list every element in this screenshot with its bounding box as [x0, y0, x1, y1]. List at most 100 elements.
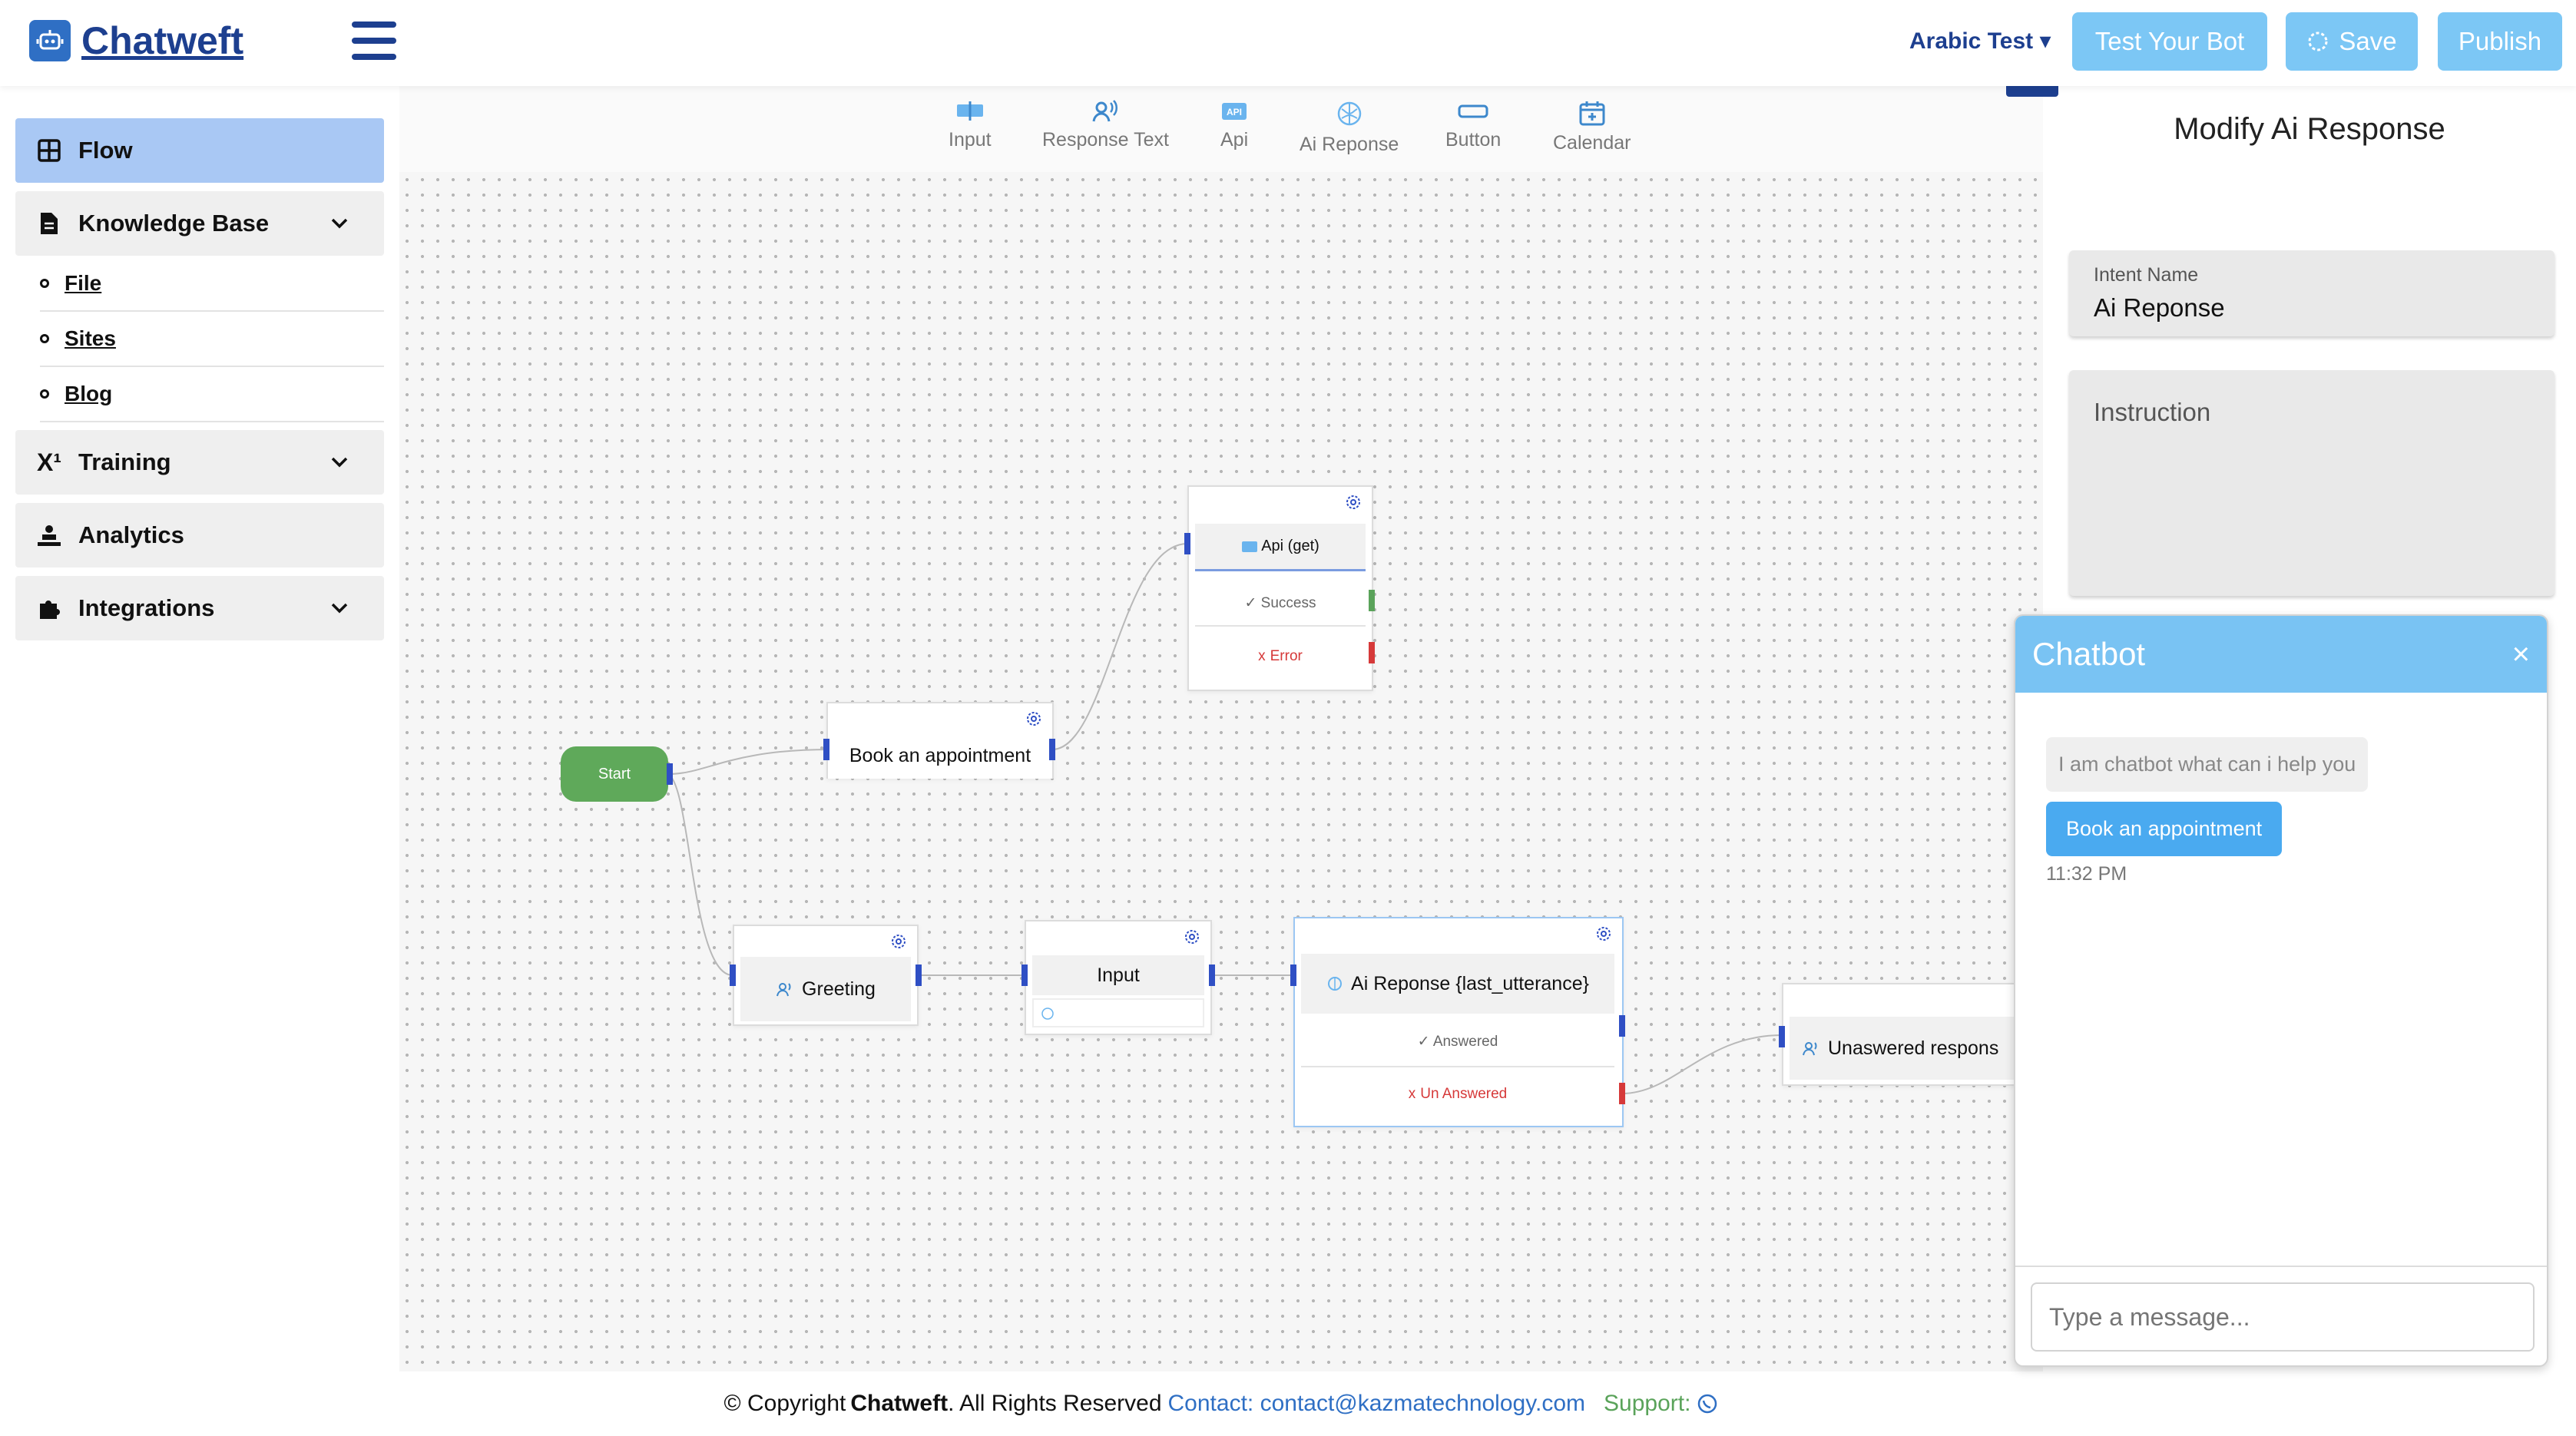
sidebar-item-knowledge-base[interactable]: Knowledge Base: [15, 191, 384, 256]
brain-icon: [1328, 977, 1343, 991]
chatbot-widget: Chatbot × I am chatbot what can i help y…: [2014, 614, 2548, 1367]
test-your-bot-label: Test Your Bot: [2094, 27, 2245, 55]
tool-api[interactable]: API Api: [1220, 100, 1248, 151]
flow-canvas[interactable]: Start Book an appointment Api (get) ✓ Su…: [399, 172, 2043, 1425]
sidebar-item-flow[interactable]: Flow: [15, 118, 384, 183]
start-node[interactable]: Start: [561, 746, 668, 802]
tool-label: Input: [949, 129, 992, 151]
intent-name-value: Ai Reponse: [2094, 293, 2225, 322]
sidebar-subitem-file[interactable]: File: [40, 256, 384, 312]
close-icon[interactable]: ×: [2512, 637, 2530, 672]
ai-response-node[interactable]: Ai Reponse {last_utterance} ✓ Answered x…: [1293, 917, 1624, 1127]
whatsapp-icon[interactable]: [1697, 1393, 1718, 1414]
sidebar-item-training[interactable]: X¹ Training: [15, 430, 384, 495]
input-node[interactable]: Input: [1025, 920, 1212, 1035]
chatweft-logo-icon: [29, 20, 71, 61]
input-out-port[interactable]: [1209, 965, 1215, 986]
sidebar-item-integrations[interactable]: Integrations: [15, 576, 384, 640]
api-success-port[interactable]: [1369, 590, 1375, 611]
sidebar-subitem-blog[interactable]: Blog: [40, 367, 384, 422]
node-label: Ai Reponse {last_utterance}: [1351, 972, 1589, 994]
tool-label: Button: [1445, 129, 1502, 151]
grid-icon: [35, 137, 63, 164]
publish-button[interactable]: Publish: [2438, 12, 2562, 71]
save-button[interactable]: Save: [2286, 12, 2418, 71]
ai-answered-label: ✓ Answered: [1417, 1033, 1498, 1050]
node-label: Input: [1097, 964, 1140, 986]
bullet-icon: [40, 279, 49, 288]
hamburger-menu-icon[interactable]: [352, 22, 396, 60]
gear-icon[interactable]: [1025, 710, 1043, 728]
sidebar-item-label: Training: [78, 448, 171, 475]
input-node-field[interactable]: [1032, 998, 1204, 1027]
brain-icon: [1041, 1008, 1054, 1020]
chevron-down-icon: [331, 603, 348, 614]
unanswered-response-node[interactable]: Unaswered respons: [1782, 983, 2043, 1086]
bullet-icon: [40, 334, 49, 343]
footer: © Copyright Chatweft . All Rights Reserv…: [399, 1371, 2043, 1436]
tool-button[interactable]: Button: [1445, 100, 1501, 151]
ai-unanswered-label: Un Answered: [1420, 1086, 1508, 1102]
brand[interactable]: Chatweft: [29, 18, 243, 63]
greeting-input-port[interactable]: [730, 965, 736, 986]
intent-name-field[interactable]: Intent Name Ai Reponse: [2069, 250, 2554, 336]
gear-icon[interactable]: [1183, 928, 1201, 946]
footer-brand: Chatweft: [850, 1391, 949, 1416]
node-label: Unaswered respons: [1828, 1037, 1999, 1059]
chat-message-input[interactable]: [2031, 1282, 2535, 1352]
copyright-prefix: © Copyright: [723, 1391, 846, 1416]
bot-message: I am chatbot what can i help you: [2046, 737, 2369, 792]
project-dropdown[interactable]: Arabic Test ▾: [1909, 28, 2051, 55]
analytics-icon: [35, 521, 63, 549]
api-node[interactable]: Api (get) ✓ Success x Error: [1187, 485, 1373, 691]
node-label: Book an appointment: [849, 744, 1031, 766]
book-output-port[interactable]: [1049, 739, 1055, 760]
document-icon: [35, 210, 63, 237]
superscript-icon: X¹: [37, 448, 61, 476]
sidebar-item-label: Integrations: [78, 594, 215, 621]
gear-icon[interactable]: [1344, 493, 1362, 511]
user-message[interactable]: Book an appointment: [2046, 802, 2283, 856]
tool-label: Ai Reponse: [1300, 134, 1399, 155]
api-success-label: ✓ Success: [1244, 594, 1316, 611]
puzzle-icon: [35, 594, 63, 622]
speaking-icon: [1803, 1042, 1817, 1056]
subitem-label: Blog: [65, 382, 113, 405]
instruction-field[interactable]: Instruction: [2069, 370, 2554, 596]
test-your-bot-button[interactable]: Test Your Bot: [2072, 12, 2267, 71]
error-x-icon: x: [1258, 648, 1266, 664]
start-output-port[interactable]: [667, 763, 673, 785]
tool-response-text[interactable]: Response Text: [1042, 100, 1169, 151]
greeting-output-port[interactable]: [916, 965, 922, 986]
api-error-label: Error: [1270, 648, 1303, 664]
top-bar: Chatweft Arabic Test ▾ Test Your Bot Sav…: [0, 0, 2576, 86]
ai-unanswered-port[interactable]: [1619, 1083, 1625, 1104]
ai-input-port[interactable]: [1290, 965, 1296, 986]
tool-ai-response[interactable]: Ai Reponse: [1300, 100, 1399, 156]
api-error-port[interactable]: [1369, 642, 1375, 663]
speaking-icon: [1092, 100, 1118, 122]
greeting-node[interactable]: Greeting: [733, 925, 919, 1026]
contact-link[interactable]: Contact: contact@kazmatechnology.com: [1168, 1391, 1586, 1417]
brand-name[interactable]: Chatweft: [81, 18, 243, 63]
support-label: Support:: [1604, 1391, 1691, 1416]
gear-icon[interactable]: [889, 932, 908, 951]
tool-input[interactable]: Input: [949, 100, 992, 151]
api-icon: API: [1222, 103, 1247, 120]
input-icon: [956, 101, 983, 121]
book-appointment-node[interactable]: Book an appointment: [826, 702, 1054, 779]
flow-canvas-area: Input Response Text API Api Ai Reponse B…: [399, 86, 2043, 1425]
ai-answered-port[interactable]: [1619, 1015, 1625, 1037]
unanswered-input-port[interactable]: [1779, 1026, 1785, 1047]
book-input-port[interactable]: [823, 739, 829, 760]
tool-calendar[interactable]: Calendar: [1553, 100, 1631, 154]
sidebar-item-analytics[interactable]: Analytics: [15, 503, 384, 567]
api-input-port[interactable]: [1184, 533, 1190, 554]
spinner-icon: [2308, 31, 2328, 51]
sidebar-subitem-sites[interactable]: Sites: [40, 312, 384, 367]
gear-icon[interactable]: [1594, 925, 1613, 943]
chat-input-area: [2015, 1266, 2547, 1365]
input-in-port[interactable]: [1021, 965, 1028, 986]
subitem-label: File: [65, 271, 102, 295]
instruction-placeholder: Instruction: [2094, 398, 2211, 426]
